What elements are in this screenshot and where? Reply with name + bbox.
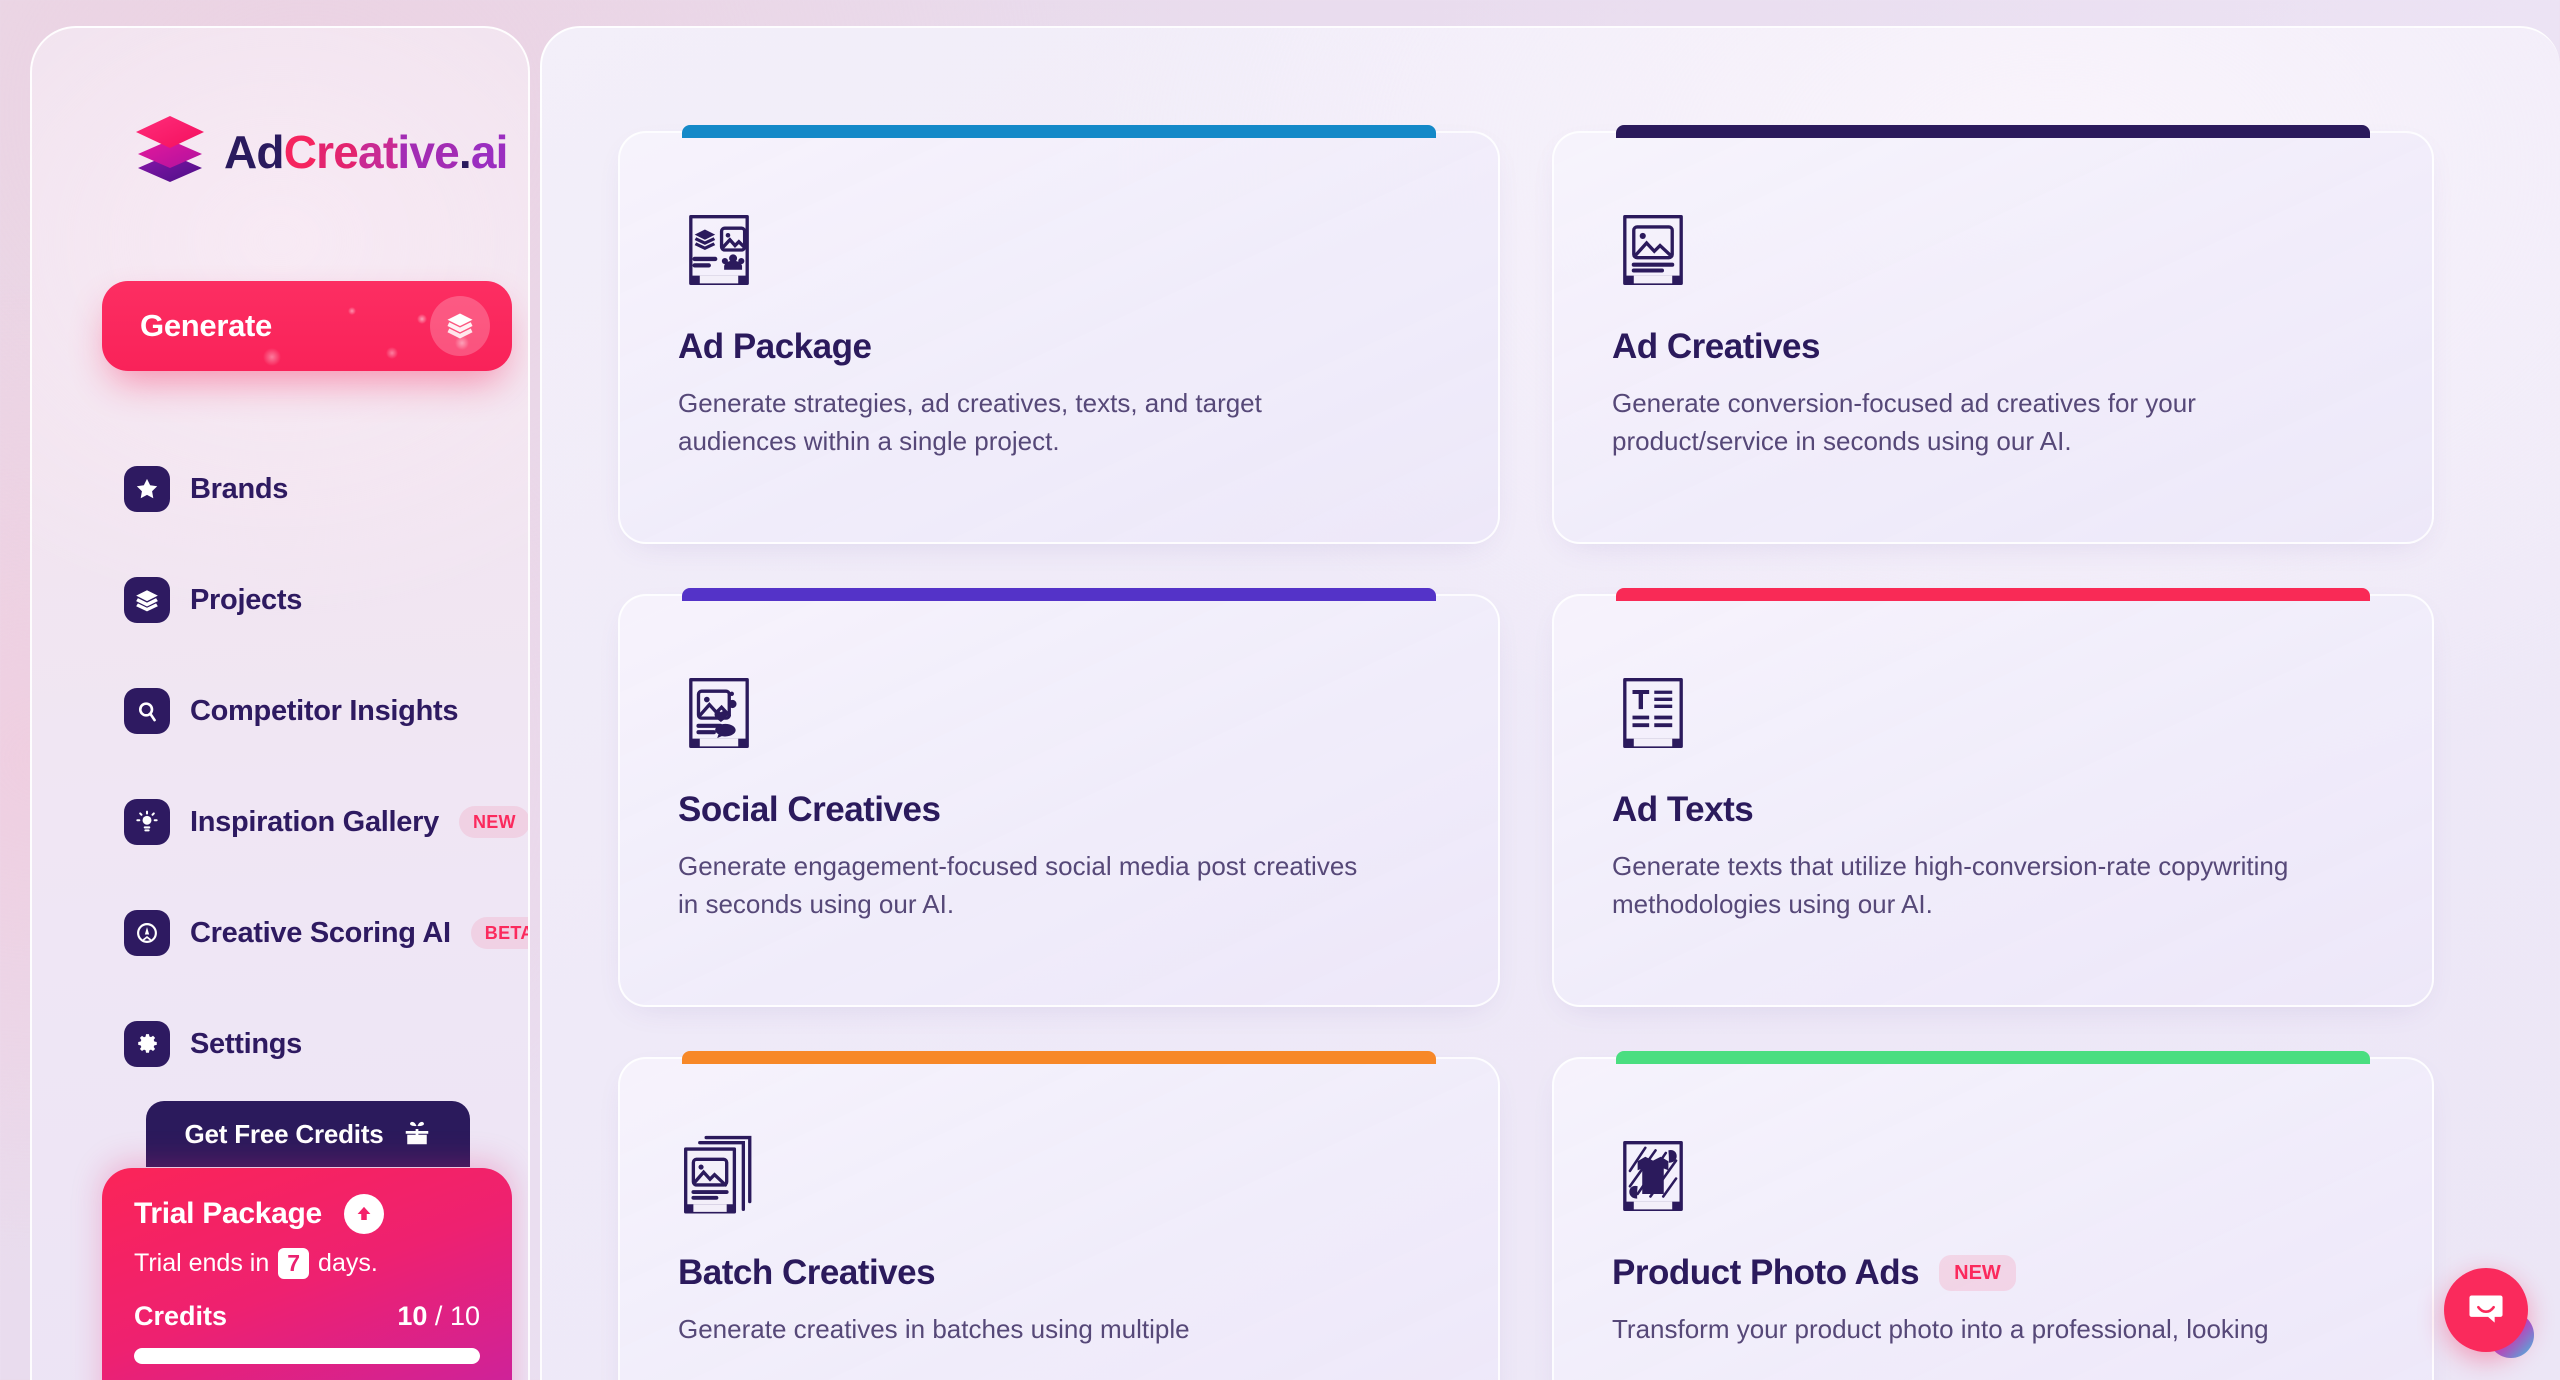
feature-card-grid: Ad Package Generate strategies, ad creat… [618, 125, 2488, 1380]
ad-texts-icon [1612, 672, 2374, 754]
main-content: Ad Package Generate strategies, ad creat… [540, 26, 2560, 1380]
chat-launcher-button[interactable] [2444, 1268, 2528, 1352]
layers-icon [430, 296, 490, 356]
sidebar-item-inspiration-gallery[interactable]: Inspiration Gallery NEW [124, 793, 528, 851]
status-badge-new: NEW [458, 806, 528, 838]
score-gauge-icon [124, 910, 170, 956]
credits-label: Credits [134, 1300, 228, 1331]
layers-icon [124, 577, 170, 623]
sidebar-item-label: Inspiration Gallery [190, 805, 439, 838]
sidebar: AdCreative.ai Generate Brands Projects C… [30, 26, 530, 1380]
sidebar-item-label: Projects [190, 583, 303, 616]
ad-creatives-icon [1612, 209, 2374, 291]
batch-creatives-icon [678, 1135, 1440, 1217]
get-free-credits-button[interactable]: Get Free Credits [146, 1101, 470, 1167]
feature-card-ad-package[interactable]: Ad Package Generate strategies, ad creat… [618, 125, 1500, 544]
star-badge-icon [124, 466, 170, 512]
sidebar-item-label: Creative Scoring AI [190, 916, 451, 949]
ad-package-icon [678, 209, 1440, 291]
feature-card-product-photo-ads[interactable]: Product Photo Ads NEW Transform your pro… [1552, 1051, 2434, 1380]
credits-progress-fill [134, 1347, 480, 1364]
feature-card-batch-creatives[interactable]: Batch Creatives Generate creatives in ba… [618, 1051, 1500, 1380]
status-badge-beta: BETA [470, 917, 528, 949]
get-free-credits-label: Get Free Credits [184, 1118, 384, 1149]
social-creatives-icon [678, 672, 1440, 754]
card-title-row: Batch Creatives [678, 1253, 1440, 1293]
credits-value: 10 / 10 [397, 1301, 480, 1332]
gear-icon [124, 1021, 170, 1067]
card-title: Product Photo Ads [1612, 1253, 1920, 1292]
card-description: Generate strategies, ad creatives, texts… [678, 388, 1262, 456]
sidebar-item-competitor-insights[interactable]: Competitor Insights [124, 682, 524, 740]
credits-total: 10 [449, 1300, 480, 1331]
chat-bubble-icon [2465, 1287, 2507, 1334]
upload-arrow-icon[interactable] [343, 1194, 384, 1234]
layers-logo-icon [132, 114, 208, 189]
card-accent-bar [1616, 125, 2370, 138]
brand-logo[interactable]: AdCreative.ai [132, 114, 508, 189]
trial-subtitle: Trial ends in 7 days. [134, 1248, 480, 1279]
card-title: Ad Creatives [1612, 327, 1820, 366]
sidebar-item-settings[interactable]: Settings [124, 1015, 524, 1073]
card-title-row: Ad Package [678, 327, 1440, 367]
card-title-row: Ad Texts [1612, 790, 2374, 830]
card-description: Generate texts that utilize high-convers… [1612, 851, 2289, 919]
card-description: Generate conversion-focused ad creatives… [1612, 388, 2196, 456]
card-description: Generate creatives in batches using mult… [678, 1314, 1190, 1344]
sidebar-nav: Brands Projects Competitor Insights Insp… [124, 460, 528, 1126]
card-title: Batch Creatives [678, 1253, 936, 1292]
search-badge-icon [124, 688, 170, 734]
card-description: Generate engagement-focused social media… [678, 851, 1358, 919]
trial-days-count: 7 [278, 1248, 310, 1279]
card-title: Social Creatives [678, 790, 941, 829]
gift-icon [402, 1118, 432, 1151]
sidebar-item-creative-scoring-ai[interactable]: Creative Scoring AI BETA [124, 904, 528, 962]
card-accent-bar [682, 1051, 1436, 1064]
credits-used: 10 [397, 1300, 428, 1331]
sidebar-item-brands[interactable]: Brands [124, 460, 524, 518]
card-accent-bar [1616, 1051, 2370, 1064]
credits-progress-bar [134, 1347, 480, 1364]
generate-button[interactable]: Generate [102, 281, 512, 371]
card-accent-bar [682, 125, 1436, 138]
trial-header: Trial Package [134, 1194, 480, 1234]
trial-sub-prefix: Trial ends in [134, 1248, 270, 1277]
status-badge-new: NEW [1939, 1255, 2016, 1291]
feature-card-ad-texts[interactable]: Ad Texts Generate texts that utilize hig… [1552, 588, 2434, 1007]
lightbulb-icon [124, 799, 170, 845]
trial-package-card[interactable]: Trial Package Trial ends in 7 days. Cred… [102, 1168, 512, 1380]
card-description: Transform your product photo into a prof… [1612, 1314, 2269, 1344]
feature-card-social-creatives[interactable]: Social Creatives Generate engagement-foc… [618, 588, 1500, 1007]
sidebar-item-projects[interactable]: Projects [124, 571, 524, 629]
card-title: Ad Package [678, 327, 872, 366]
brand-name: AdCreative.ai [224, 125, 508, 178]
credits-separator: / [434, 1300, 443, 1331]
credits-row: Credits 10 / 10 [134, 1301, 480, 1332]
card-title-row: Product Photo Ads NEW [1612, 1253, 2374, 1293]
sidebar-item-label: Settings [190, 1027, 302, 1060]
card-accent-bar [1616, 588, 2370, 601]
sidebar-item-label: Brands [190, 472, 289, 505]
card-title-row: Social Creatives [678, 790, 1440, 830]
generate-button-label: Generate [140, 308, 272, 343]
sidebar-item-label: Competitor Insights [190, 694, 459, 727]
feature-card-ad-creatives[interactable]: Ad Creatives Generate conversion-focused… [1552, 125, 2434, 544]
product-photo-icon [1612, 1135, 2374, 1217]
card-title: Ad Texts [1612, 790, 1754, 829]
trial-title: Trial Package [134, 1197, 322, 1230]
card-accent-bar [682, 588, 1436, 601]
trial-sub-suffix: days. [318, 1248, 378, 1277]
card-title-row: Ad Creatives [1612, 327, 2374, 367]
